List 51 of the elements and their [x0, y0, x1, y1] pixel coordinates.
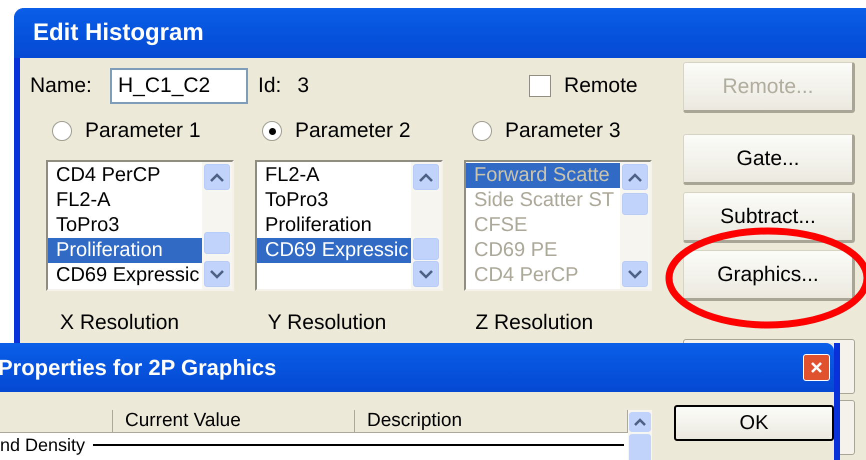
- list-item[interactable]: CD69 Expressic: [48, 263, 202, 288]
- name-field[interactable]: H_C1_C2: [110, 68, 248, 104]
- radio-button[interactable]: [262, 121, 282, 141]
- list-item[interactable]: CD4 PerCP: [48, 163, 202, 188]
- parameter-list[interactable]: CD4 PerCP FL2-A ToPro3 Proliferation CD69 Expressic: [46, 160, 234, 291]
- radio-label: Parameter 3: [505, 118, 621, 144]
- scroll-thumb[interactable]: [413, 238, 439, 260]
- list-item[interactable]: Proliferation: [257, 213, 411, 238]
- radio-label: Parameter 1: [85, 118, 201, 144]
- list-item[interactable]: ToPro3: [257, 188, 411, 213]
- radio-label: Parameter 2: [295, 118, 411, 144]
- scroll-down-button[interactable]: [204, 261, 230, 287]
- chevron-up-icon: [210, 172, 224, 182]
- scroll-up-button[interactable]: [204, 164, 230, 190]
- name-label: Name:: [30, 73, 93, 100]
- resolution-label: Z Resolution: [475, 310, 594, 336]
- scroll-up-button[interactable]: [413, 164, 439, 190]
- resolution-label: X Resolution: [60, 310, 180, 336]
- scroll-thumb[interactable]: [204, 232, 230, 254]
- list-item[interactable]: Proliferation: [48, 238, 202, 263]
- scrollbar[interactable]: [411, 162, 441, 289]
- chevron-up-icon: [634, 418, 646, 426]
- chevron-up-icon: [419, 172, 433, 182]
- dialog-button[interactable]: Graphics...: [683, 250, 855, 301]
- category-label: nd Density: [0, 434, 86, 457]
- scroll-thumb[interactable]: [629, 434, 651, 460]
- window-title: Edit Histogram: [33, 18, 204, 48]
- chevron-down-icon: [628, 270, 642, 278]
- close-button[interactable]: [803, 354, 830, 381]
- id-label: Id:: [258, 73, 282, 100]
- scrollbar[interactable]: [202, 162, 232, 289]
- chevron-up-icon: [628, 172, 642, 182]
- scrollbar[interactable]: [628, 410, 652, 460]
- list-item[interactable]: CD69 Expressic: [257, 238, 411, 263]
- list-item[interactable]: FL2-A: [257, 163, 411, 188]
- scroll-up-button[interactable]: [629, 412, 651, 432]
- chevron-down-icon: [419, 270, 433, 278]
- remote-label: Remote: [564, 73, 638, 100]
- resolution-label: Y Resolution: [268, 310, 388, 336]
- list-item[interactable]: ToPro3: [48, 213, 202, 238]
- dialog-button[interactable]: Gate...: [683, 134, 855, 185]
- column-header[interactable]: Current Value: [113, 410, 355, 432]
- remote-checkbox[interactable]: [529, 75, 552, 97]
- radio-button[interactable]: [52, 121, 72, 141]
- ok-button[interactable]: OK: [674, 405, 834, 441]
- close-icon: [810, 361, 823, 374]
- chevron-down-icon: [210, 270, 224, 278]
- parameter-list[interactable]: FL2-A ToPro3 Proliferation CD69 Expressic: [255, 160, 443, 291]
- id-value: 3: [297, 73, 310, 100]
- scroll-down-button[interactable]: [413, 261, 439, 287]
- list-item[interactable]: FL2-A: [48, 188, 202, 213]
